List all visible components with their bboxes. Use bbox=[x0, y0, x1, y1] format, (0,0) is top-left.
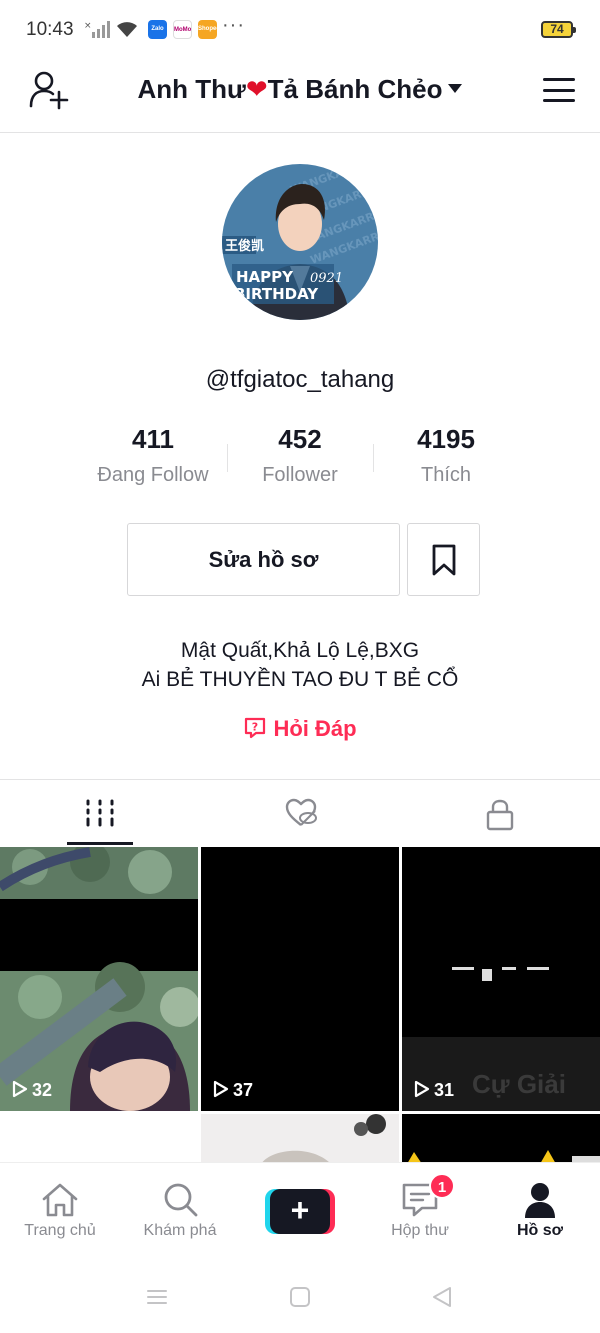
play-icon bbox=[414, 1081, 430, 1098]
grid-icon bbox=[86, 799, 114, 827]
home-button-icon[interactable] bbox=[289, 1286, 311, 1308]
nav-profile-label: Hồ sơ bbox=[516, 1222, 564, 1239]
stat-following[interactable]: 411 Đang Follow bbox=[80, 424, 226, 487]
notification-badge: 1 bbox=[429, 1173, 455, 1199]
video-grid: 32 37 Cự Giải 31 bbox=[0, 847, 600, 1163]
bio-line: Ai BẺ THUYỀN TAO ĐU T BẺ CỔ bbox=[141, 668, 459, 691]
following-count: 411 bbox=[132, 424, 174, 454]
nav-create[interactable]: + bbox=[240, 1163, 360, 1263]
profile-stats: 411 Đang Follow 452 Follower 4195 Thích bbox=[80, 424, 520, 494]
video-thumbnail[interactable] bbox=[402, 1114, 600, 1163]
following-label: Đang Follow bbox=[97, 464, 209, 486]
status-bar: 10:43 × Zalo MoMo Shopee ··· 74 bbox=[0, 0, 600, 60]
stat-followers[interactable]: 452 Follower bbox=[227, 424, 373, 487]
heart-emoji-icon: ❤ bbox=[245, 74, 268, 104]
tab-videos[interactable] bbox=[0, 780, 200, 847]
video-overlay-text: Cự Giải bbox=[472, 1069, 566, 1099]
bottom-navigation: Trang chủ Khám phá + Hộp thư 1 Hồ sơ bbox=[0, 1162, 600, 1262]
account-name-part2: Tả Bánh Chẻo bbox=[267, 74, 443, 104]
nav-inbox-label: Hộp thư bbox=[391, 1222, 449, 1239]
nav-profile[interactable]: Hồ sơ bbox=[480, 1163, 600, 1263]
zalo-app-icon: Zalo bbox=[148, 20, 167, 39]
video-thumbnail[interactable]: Cự Giải 31 bbox=[402, 847, 600, 1111]
profile-bio: Mật Quất,Khả Lộ Lệ,BXG Ai BẺ THUYỀN TAO … bbox=[0, 636, 600, 694]
profile-icon bbox=[525, 1183, 555, 1218]
content-tabs bbox=[0, 779, 600, 846]
edit-profile-button[interactable]: Sửa hồ sơ bbox=[127, 523, 400, 596]
nav-discover-label: Khám phá bbox=[143, 1222, 217, 1239]
view-count: 37 bbox=[213, 1080, 253, 1101]
qa-label: Hỏi Đáp bbox=[273, 716, 357, 741]
stat-likes[interactable]: 4195 Thích bbox=[373, 424, 519, 487]
avatar-birthday-text: BIRTHDAY bbox=[234, 285, 319, 303]
active-tab-indicator bbox=[67, 842, 133, 845]
profile-username: @tfgiatoc_tahang bbox=[205, 366, 395, 393]
account-name-part1: Anh Thư bbox=[137, 74, 246, 104]
create-button[interactable]: + bbox=[265, 1189, 335, 1234]
question-icon: ? bbox=[245, 718, 266, 739]
momo-app-icon: MoMo bbox=[173, 20, 192, 39]
avatar-chinese-name: 王俊凯 bbox=[225, 238, 264, 254]
svg-text:?: ? bbox=[252, 721, 258, 734]
home-icon bbox=[42, 1183, 78, 1217]
followers-label: Follower bbox=[262, 464, 338, 486]
view-count: 31 bbox=[414, 1080, 454, 1101]
battery-icon: 74 bbox=[541, 21, 576, 38]
recent-apps-icon[interactable] bbox=[146, 1286, 168, 1308]
video-thumbnail[interactable]: 37 bbox=[201, 847, 399, 1111]
video-thumbnail[interactable] bbox=[201, 1114, 399, 1163]
signal-icon: × bbox=[84, 21, 110, 38]
nav-home[interactable]: Trang chủ bbox=[0, 1163, 120, 1263]
qa-link[interactable]: ? Hỏi Đáp bbox=[0, 716, 600, 742]
more-notifications-icon: ··· bbox=[222, 14, 245, 36]
search-icon bbox=[164, 1183, 198, 1217]
system-navigation-bar bbox=[0, 1262, 600, 1333]
account-switcher[interactable]: Anh Thư❤Tả Bánh Chẻo bbox=[0, 74, 600, 105]
wifi-icon bbox=[117, 22, 137, 37]
play-icon bbox=[12, 1081, 28, 1098]
favorites-button[interactable] bbox=[407, 523, 480, 596]
nav-inbox[interactable]: Hộp thư bbox=[360, 1163, 480, 1263]
video-thumbnail[interactable] bbox=[0, 1114, 198, 1163]
bio-line: Mật Quất,Khả Lộ Lệ,BXG bbox=[180, 639, 420, 662]
shopee-app-icon: Shopee bbox=[198, 20, 217, 39]
bookmark-icon bbox=[432, 544, 456, 576]
nav-home-label: Trang chủ bbox=[24, 1222, 96, 1239]
play-icon bbox=[213, 1081, 229, 1098]
menu-icon[interactable] bbox=[543, 78, 575, 102]
back-icon[interactable] bbox=[431, 1286, 453, 1308]
avatar-date-text: 0921 bbox=[310, 271, 343, 286]
nav-discover[interactable]: Khám phá bbox=[120, 1163, 240, 1263]
profile-header: Anh Thư❤Tả Bánh Chẻo bbox=[0, 60, 600, 133]
likes-count: 4195 bbox=[417, 424, 475, 454]
status-time: 10:43 bbox=[26, 19, 74, 40]
chevron-down-icon bbox=[448, 83, 463, 93]
plus-icon: + bbox=[270, 1189, 330, 1234]
tab-private[interactable] bbox=[400, 780, 600, 847]
svg-text:×: × bbox=[84, 21, 92, 31]
likes-label: Thích bbox=[420, 464, 472, 486]
lock-icon bbox=[486, 799, 514, 831]
hidden-heart-icon bbox=[285, 798, 317, 826]
view-count: 32 bbox=[12, 1080, 52, 1101]
avatar-happy-text: HAPPY bbox=[236, 268, 294, 286]
video-thumbnail[interactable]: 32 bbox=[0, 847, 198, 1111]
followers-count: 452 bbox=[278, 424, 322, 454]
tab-liked-private[interactable] bbox=[200, 780, 400, 847]
avatar[interactable]: WANGKARRY WANGKARRY WANGKARRY WANGKARRY … bbox=[222, 164, 378, 320]
